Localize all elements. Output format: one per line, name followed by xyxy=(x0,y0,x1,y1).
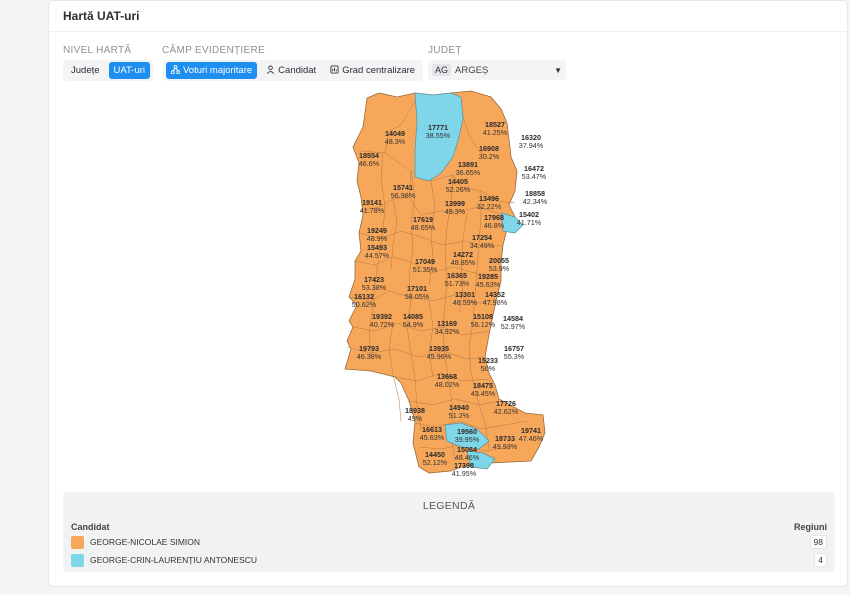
uat-label-percent: 51.73% xyxy=(445,279,470,288)
legend-region-count: 4 xyxy=(814,553,827,567)
uat-label-percent: 48.9% xyxy=(367,234,388,243)
uat-label-percent: 46.6% xyxy=(359,159,380,168)
uat-label-percent: 45.63% xyxy=(476,280,501,289)
uat-label-percent: 36.65% xyxy=(456,168,481,177)
uat-label-percent: 47.98% xyxy=(483,298,508,307)
uat-label-percent: 39.95% xyxy=(455,435,480,444)
uat-label-percent: 49.93% xyxy=(493,442,518,451)
legend-swatch-blue xyxy=(71,553,84,567)
uat-label-percent: 47.46% xyxy=(519,434,544,443)
uat-label-percent: 41.78% xyxy=(360,206,385,215)
uat-label-percent: 55.3% xyxy=(504,352,525,361)
uat-label-percent: 46.38% xyxy=(357,352,382,361)
legend-row-antonescu: GEORGE-CRIN-LAURENȚIU ANTONESCU 4 xyxy=(71,553,827,567)
uat-label-percent: 54.9% xyxy=(403,320,424,329)
uat-label-percent: 52.97% xyxy=(501,322,526,331)
uat-label-percent: 45.63% xyxy=(420,433,445,442)
legend-region-count: 98 xyxy=(809,535,827,549)
uat-label-percent: 53.47% xyxy=(522,172,547,181)
uat-label-percent: 53.38% xyxy=(362,283,387,292)
uat-label-percent: 41.25% xyxy=(483,128,508,137)
uat-label-percent: 40.72% xyxy=(370,320,395,329)
uat-label-percent: 52.12% xyxy=(423,458,448,467)
legend-title: LEGENDĂ xyxy=(422,500,476,512)
uat-label-percent: 56.98% xyxy=(391,191,416,200)
uat-label-percent: 42.62% xyxy=(494,407,519,416)
uat-label-percent: 48.3% xyxy=(385,137,406,146)
uat-label-percent: 58.05% xyxy=(405,292,430,301)
uat-label-percent: 30.2% xyxy=(479,152,500,161)
uat-label-percent: 45.96% xyxy=(427,352,452,361)
uat-map: 1777138.55%1852741.25%1404948.3% 1632037.… xyxy=(344,90,548,478)
legend-candidate-header: Candidat xyxy=(71,522,110,532)
uat-label-percent: 50% xyxy=(481,364,496,373)
legend-candidate-name: GEORGE-NICOLAE SIMION xyxy=(90,537,201,547)
uat-label-percent: 41.71% xyxy=(517,218,542,227)
uat-label-percent: 48.02% xyxy=(435,380,460,389)
uat-label-percent: 48.59% xyxy=(453,298,478,307)
uat-label-percent: 48.85% xyxy=(451,258,476,267)
uat-label-percent: 34.92% xyxy=(435,327,460,336)
uat-label-percent: 44.57% xyxy=(365,251,390,260)
uat-label-percent: 43.45% xyxy=(471,389,496,398)
uat-label-percent: 32.22% xyxy=(477,202,502,211)
uat-label-percent: 37.94% xyxy=(519,141,544,150)
legend-row-simion: GEORGE-NICOLAE SIMION 98 xyxy=(71,535,827,549)
uat-label-percent: 49.3% xyxy=(445,207,466,216)
legend-regions-header: Regiuni xyxy=(794,522,827,532)
uat-label-percent: 52.26% xyxy=(446,185,471,194)
uat-label-percent: 34.49% xyxy=(470,241,495,250)
uat-label-percent: 51.35% xyxy=(413,265,438,274)
uat-label-percent: 51.2% xyxy=(449,411,470,420)
uat-label-percent: 56.12% xyxy=(471,320,496,329)
uat-label-percent: 46.8% xyxy=(484,221,505,230)
uat-label-percent: 49% xyxy=(408,414,423,423)
uat-label-percent: 50.62% xyxy=(352,300,377,309)
uat-label-percent: 38.55% xyxy=(426,131,451,140)
legend-candidate-name: GEORGE-CRIN-LAURENȚIU ANTONESCU xyxy=(90,555,258,565)
legend-panel: LEGENDĂ Candidat Regiuni GEORGE-NICOLAE … xyxy=(63,492,835,572)
uat-label-percent: 42.34% xyxy=(523,197,548,206)
map-card: Hartă UAT-uri NIVEL HARTĂ Județe UAT-uri… xyxy=(48,0,848,587)
legend-swatch-orange xyxy=(71,535,84,549)
uat-label-percent: 48.65% xyxy=(411,223,436,232)
uat-label-percent: 41.95% xyxy=(452,469,477,478)
